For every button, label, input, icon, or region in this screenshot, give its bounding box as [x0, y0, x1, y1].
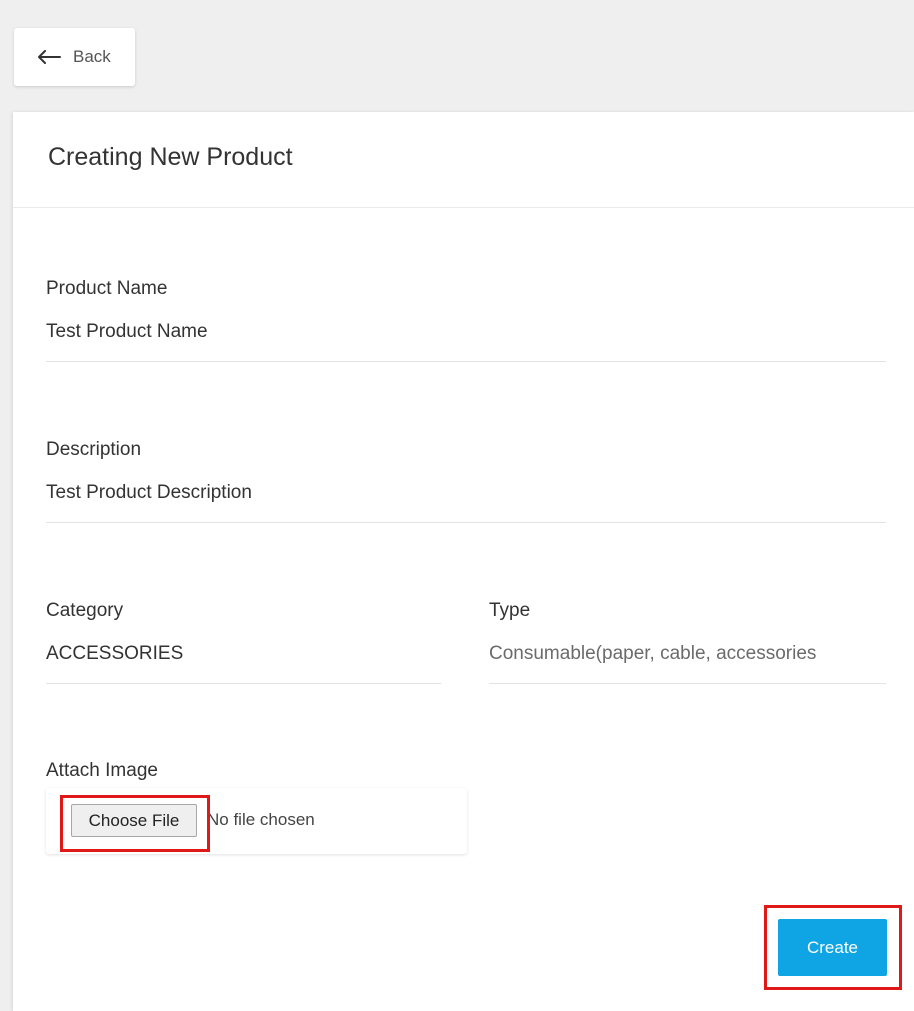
- category-underline: [46, 683, 441, 684]
- category-field[interactable]: Category ACCESSORIES: [46, 600, 441, 684]
- type-select[interactable]: Consumable(paper, cable, accessories: [489, 643, 867, 665]
- category-select[interactable]: ACCESSORIES: [46, 643, 441, 665]
- back-label: Back: [73, 47, 111, 66]
- create-product-card: Creating New Product Product Name Test P…: [13, 112, 914, 1011]
- create-button[interactable]: Create: [778, 919, 887, 976]
- back-button[interactable]: Back: [14, 28, 135, 86]
- product-name-field[interactable]: Product Name Test Product Name: [46, 278, 886, 362]
- attach-image-field: Attach Image: [46, 760, 158, 782]
- product-name-input[interactable]: Test Product Name: [46, 321, 886, 343]
- product-name-label: Product Name: [46, 278, 168, 299]
- type-label: Type: [489, 600, 531, 621]
- attach-image-label: Attach Image: [46, 760, 158, 781]
- choose-file-button[interactable]: Choose File: [71, 804, 197, 837]
- category-label: Category: [46, 600, 124, 621]
- type-underline: [489, 683, 886, 684]
- description-field[interactable]: Description Test Product Description: [46, 439, 886, 523]
- file-status-text: No file chosen: [207, 810, 315, 829]
- file-upload-box: Choose File No file chosen: [46, 788, 467, 854]
- description-underline: [46, 522, 886, 523]
- description-label: Description: [46, 439, 142, 460]
- type-field[interactable]: Type Consumable(paper, cable, accessorie…: [489, 600, 886, 684]
- page-title: Creating New Product: [48, 143, 293, 171]
- product-name-underline: [46, 361, 886, 362]
- description-input[interactable]: Test Product Description: [46, 482, 886, 504]
- card-header: Creating New Product: [13, 112, 914, 208]
- arrow-left-icon: [38, 50, 61, 64]
